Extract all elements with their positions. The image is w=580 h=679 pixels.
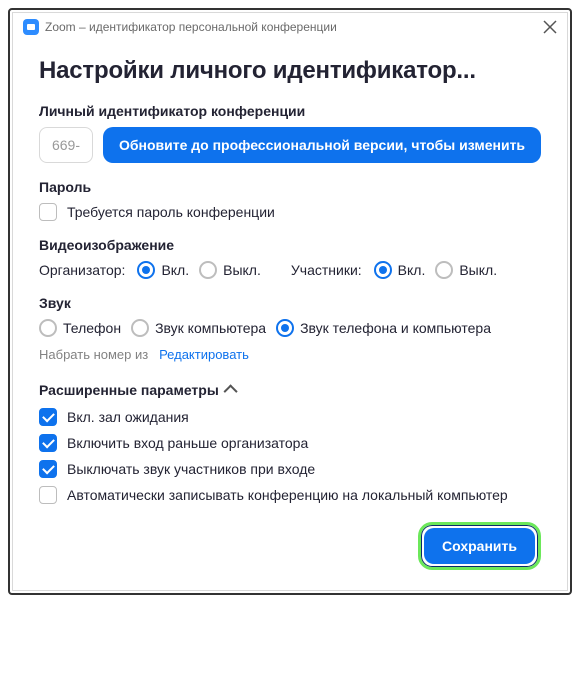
audio-both-label: Звук телефона и компьютера	[300, 320, 491, 336]
pmi-label: Личный идентификатор конференции	[39, 103, 541, 119]
advanced-option-0-checkbox[interactable]	[39, 408, 57, 426]
video-participants-on-radio[interactable]	[374, 261, 392, 279]
zoom-icon	[23, 19, 39, 35]
video-participants-off-radio[interactable]	[435, 261, 453, 279]
titlebar: Zoom – идентификатор персональной конфер…	[13, 13, 567, 41]
dial-edit-link[interactable]: Редактировать	[159, 347, 249, 362]
page-title: Настройки личного идентификатор...	[39, 57, 541, 85]
dial-from-label: Набрать номер из	[39, 347, 148, 362]
advanced-toggle[interactable]: Расширенные параметры	[39, 382, 541, 398]
advanced-option-2-label: Выключать звук участников при входе	[67, 461, 315, 477]
advanced-option-0-label: Вкл. зал ожидания	[67, 409, 189, 425]
advanced-option-1-checkbox[interactable]	[39, 434, 57, 452]
save-highlight: Сохранить	[418, 522, 541, 570]
chevron-up-icon	[223, 384, 237, 398]
advanced-option-3-checkbox[interactable]	[39, 486, 57, 504]
password-require-checkbox[interactable]	[39, 203, 57, 221]
audio-computer-radio[interactable]	[131, 319, 149, 337]
audio-computer-label: Звук компьютера	[155, 320, 266, 336]
advanced-option-1-label: Включить вход раньше организатора	[67, 435, 308, 451]
titlebar-text: Zoom – идентификатор персональной конфер…	[45, 20, 337, 34]
audio-both-radio[interactable]	[276, 319, 294, 337]
audio-telephone-label: Телефон	[63, 320, 121, 336]
audio-telephone-radio[interactable]	[39, 319, 57, 337]
video-host-on-radio[interactable]	[137, 261, 155, 279]
video-host-off-radio[interactable]	[199, 261, 217, 279]
video-participants-label: Участники:	[291, 262, 362, 278]
video-host-off-label: Выкл.	[223, 262, 261, 278]
video-host-on-label: Вкл.	[161, 262, 189, 278]
video-participants-on-label: Вкл.	[398, 262, 426, 278]
video-host-label: Организатор:	[39, 262, 125, 278]
audio-label: Звук	[39, 295, 541, 311]
close-icon[interactable]	[543, 20, 557, 34]
advanced-option-3-label: Автоматически записывать конференцию на …	[67, 487, 508, 503]
password-label: Пароль	[39, 179, 541, 195]
save-button[interactable]: Сохранить	[424, 528, 535, 564]
upgrade-button[interactable]: Обновите до профессиональной версии, что…	[103, 127, 541, 163]
video-participants-off-label: Выкл.	[459, 262, 497, 278]
pmi-input: 669-	[39, 127, 93, 163]
advanced-label: Расширенные параметры	[39, 382, 219, 398]
advanced-option-2-checkbox[interactable]	[39, 460, 57, 478]
settings-dialog: Zoom – идентификатор персональной конфер…	[12, 12, 568, 591]
video-label: Видеоизображение	[39, 237, 541, 253]
password-require-label: Требуется пароль конференции	[67, 204, 275, 220]
